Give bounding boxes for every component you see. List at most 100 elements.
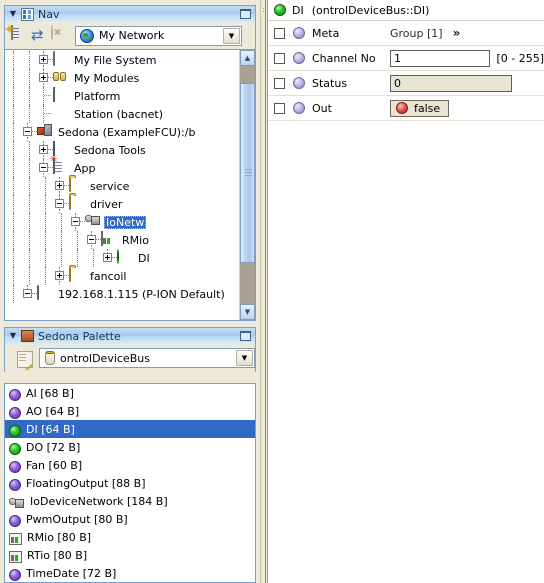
list-item[interactable]: AI [68 B] [5, 384, 255, 402]
network-icon [9, 497, 25, 509]
list-item-label: Fan [60 B] [26, 458, 83, 472]
tree-guide [21, 159, 37, 177]
out-checkbox[interactable] [274, 102, 285, 114]
tree-guide [21, 87, 37, 105]
scrollbar-thumb[interactable] [240, 83, 255, 263]
rmio-icon [9, 550, 22, 563]
channel-no-input[interactable]: 1 [390, 49, 491, 67]
vertical-splitter[interactable] [260, 0, 266, 583]
list-item-di[interactable]: DI [64 B] [5, 420, 255, 438]
maximize-icon[interactable] [240, 9, 251, 19]
tree-row[interactable]: service [5, 177, 239, 195]
list-item-label: RTio [80 B] [27, 548, 88, 562]
tree-guide [5, 177, 21, 195]
list-item[interactable]: PwmOutput [80 B] [5, 510, 255, 528]
palette-list[interactable]: AI [68 B] AO [64 B] DI [64 B] DO [72 B] … [4, 383, 256, 583]
channel-no-checkbox[interactable] [274, 52, 285, 64]
meta-checkbox[interactable] [274, 27, 285, 39]
tree-expander[interactable] [85, 231, 101, 249]
tree-expander[interactable] [53, 177, 69, 195]
status-checkbox[interactable] [274, 77, 285, 89]
open-palette-icon[interactable] [17, 350, 33, 368]
tree-row-ionetw[interactable]: IoNetw [5, 213, 239, 231]
location-combo[interactable]: My Network ▼ [75, 25, 242, 46]
tree-guide [37, 249, 53, 267]
palette-icon [21, 330, 34, 342]
list-item[interactable]: IoDeviceNetwork [184 B] [5, 492, 255, 510]
rmio-icon [101, 231, 117, 248]
tree-expander[interactable] [37, 69, 53, 87]
triangle-down-icon[interactable]: ▼ [7, 10, 19, 18]
tree-row[interactable]: fancoil [5, 267, 239, 285]
list-item-label: AO [64 B] [26, 404, 80, 418]
application-window: ▼ Nav ✦ ⇄ My Network ▼ My File System My… [0, 0, 544, 583]
tree-expander[interactable] [53, 195, 69, 213]
maximize-icon[interactable] [240, 331, 251, 341]
nav-tree-panel: My File System My Modules Platform Stati… [4, 49, 256, 321]
folder-icon [69, 195, 85, 212]
bookmark-page-icon[interactable]: ✦ [5, 24, 31, 46]
tree-row[interactable]: My Modules [5, 69, 239, 87]
list-item[interactable]: Fan [60 B] [5, 456, 255, 474]
list-item[interactable]: DO [72 B] [5, 438, 255, 456]
tree-expander[interactable] [101, 249, 117, 267]
tree-row-label: Platform [74, 89, 121, 103]
scroll-up-icon[interactable]: ▲ [240, 50, 255, 66]
list-item[interactable]: TimeDate [72 B] [5, 564, 255, 582]
list-item[interactable]: FloatingOutput [88 B] [5, 474, 255, 492]
nav-panel-titlebar[interactable]: ▼ Nav [4, 5, 256, 22]
tree-row-label: Sedona (ExampleFCU):/b [58, 125, 196, 139]
nav-tree[interactable]: My File System My Modules Platform Stati… [5, 50, 239, 320]
kit-combo[interactable]: ontrolDeviceBus ▼ [39, 348, 255, 368]
sedona-icon [37, 124, 53, 140]
purple-dot-icon [9, 460, 21, 473]
tree-row[interactable]: 192.168.1.115 (P-ION Default) [5, 285, 239, 303]
tree-expander[interactable] [53, 267, 69, 285]
tree-row[interactable]: My File System [5, 51, 239, 69]
left-column: ▼ Nav ✦ ⇄ My Network ▼ My File System My… [0, 0, 260, 583]
out-value: false [414, 101, 441, 115]
app-icon [53, 159, 69, 176]
tree-guide [5, 123, 21, 141]
tree-row[interactable]: Platform [5, 87, 239, 105]
chevron-down-icon[interactable]: ▼ [236, 350, 253, 366]
green-dot-icon [274, 4, 286, 16]
drive-icon [53, 51, 69, 68]
tree-leaf-guide [37, 105, 53, 123]
scroll-down-icon[interactable]: ▼ [240, 304, 255, 320]
tree-row[interactable]: Sedona Tools [5, 141, 239, 159]
tree-guide [5, 105, 21, 123]
out-bool-control[interactable]: false [390, 99, 450, 117]
tree-row-label: 192.168.1.115 (P-ION Default) [58, 287, 225, 301]
tree-guide [21, 249, 37, 267]
property-row-meta: Meta Group [1] » [268, 21, 544, 46]
chevron-down-icon[interactable]: ▼ [223, 27, 240, 44]
triangle-down-icon[interactable]: ▼ [7, 332, 19, 340]
tree-row-label: RMio [122, 233, 149, 247]
printer-icon [37, 285, 53, 302]
tree-row[interactable]: RMio [5, 231, 239, 249]
property-sheet-header: DI (ontrolDeviceBus::DI) [268, 0, 544, 21]
expand-meta-icon[interactable]: » [453, 26, 461, 40]
tree-expander[interactable] [37, 51, 53, 69]
list-item[interactable]: RMio [80 B] [5, 528, 255, 546]
tree-row[interactable]: App [5, 159, 239, 177]
tree-guide [5, 285, 21, 303]
nav-tree-scrollbar[interactable]: ▲ ▼ [239, 50, 255, 320]
tree-expander[interactable] [21, 123, 37, 141]
tree-row[interactable]: Station (bacnet) [5, 105, 239, 123]
property-row-out: Out false [268, 96, 544, 121]
purple-dot-icon [9, 406, 21, 419]
tree-expander[interactable] [21, 285, 37, 303]
tree-expander[interactable] [69, 213, 85, 231]
tree-guide [21, 51, 37, 69]
tree-row-label: Station (bacnet) [74, 107, 164, 121]
list-item[interactable]: AO [64 B] [5, 402, 255, 420]
palette-panel-titlebar[interactable]: ▼ Sedona Palette [4, 327, 256, 344]
refresh-icon[interactable]: ⇄ [31, 26, 51, 46]
tree-row[interactable]: driver [5, 195, 239, 213]
tree-row[interactable]: Sedona (ExampleFCU):/b [5, 123, 239, 141]
tree-row-label: IoNetw [104, 215, 147, 229]
list-item[interactable]: RTio [80 B] [5, 546, 255, 564]
tree-row[interactable]: DI [5, 249, 239, 267]
